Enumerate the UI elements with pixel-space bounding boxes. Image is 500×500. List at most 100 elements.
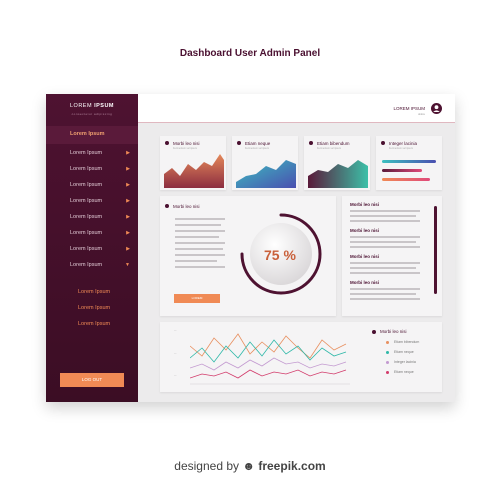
series-line: [190, 369, 347, 379]
text-line: [175, 224, 221, 226]
legend-label: Etiam bibendum: [394, 340, 420, 344]
text-line: [175, 230, 225, 232]
avatar-icon[interactable]: [431, 103, 442, 114]
sidebar-item[interactable]: Lorem Ipsum ▶: [70, 166, 130, 176]
chevron-down-icon: ▼: [125, 262, 130, 268]
text-line: [350, 267, 416, 269]
legend-dot: [386, 371, 389, 374]
sidebar-item-label: Lorem Ipsum: [70, 262, 103, 268]
logout-button[interactable]: LOG OUT: [60, 373, 124, 387]
sidebar-item-active[interactable]: Lorem Ipsum: [70, 131, 130, 141]
text-line: [175, 266, 225, 268]
legend-dot: [386, 341, 389, 344]
brand-word1: LOREM: [69, 103, 93, 109]
info-list-card: Morbi leo nisi Morbi leo nisi Morbi leo …: [342, 196, 442, 316]
card-dot: [372, 330, 376, 334]
y-axis-label: —: [174, 352, 177, 355]
sidebar-item-label: Lorem Ipsum: [70, 166, 103, 172]
list-title: Morbi leo nisi: [350, 254, 380, 259]
chevron-right-icon: ▶: [126, 150, 130, 156]
text-line: [175, 248, 223, 250]
text-line: [175, 242, 225, 244]
card-subtitle: Fermentum vel ipsum: [245, 147, 270, 150]
sidebar-item[interactable]: Lorem Ipsum ▶: [70, 230, 130, 240]
sidebar-item[interactable]: Lorem Ipsum ▶: [70, 182, 130, 192]
stat-card-1[interactable]: Morbi leo nisi Fermentum vel ipsum: [160, 136, 226, 190]
scrollbar[interactable]: [434, 206, 437, 294]
sidebar-subitem[interactable]: Lorem Ipsum: [78, 321, 110, 327]
text-line: [350, 272, 420, 274]
user-subtitle: dolore: [418, 113, 425, 116]
sidebar-item[interactable]: Lorem Ipsum ▶: [70, 246, 130, 256]
card-dot: [381, 141, 385, 145]
progress-bar: [382, 169, 422, 172]
topbar: LOREM IPSUM dolore: [138, 94, 455, 122]
stat-card-4[interactable]: Integer lacinia Fermentum vel ipsum: [376, 136, 442, 190]
sidebar-subitem[interactable]: Lorem Ipsum: [78, 289, 110, 295]
series-line: [190, 339, 347, 363]
sidebar-item-label: Lorem Ipsum: [70, 182, 103, 188]
footer-text: designed by: [174, 459, 240, 473]
list-title: Morbi leo nisi: [350, 228, 380, 233]
card-subtitle: Fermentum vel ipsum: [317, 147, 342, 150]
stat-card-2[interactable]: Etiam neque Fermentum vel ipsum: [232, 136, 298, 190]
text-line: [350, 288, 420, 290]
text-line: [350, 298, 420, 300]
y-axis-label: —: [174, 329, 177, 332]
card-dot: [309, 141, 313, 145]
list-title: Morbi leo nisi: [350, 202, 380, 207]
area-chart-3: [308, 160, 368, 188]
y-axis-label: —: [174, 374, 177, 377]
progress-value: 75 %: [264, 247, 296, 263]
progress-bar: [382, 178, 430, 181]
sidebar-item-label: Lorem Ipsum: [70, 150, 103, 156]
sidebar-subitem[interactable]: Lorem Ipsum: [78, 305, 110, 311]
card-dot: [237, 141, 241, 145]
topbar-divider: [138, 122, 455, 123]
sidebar: LOREM IPSUM consectetur adipiscing Lorem…: [46, 94, 138, 402]
card-subtitle: Fermentum vel ipsum: [173, 147, 198, 150]
sidebar-item-label: Lorem Ipsum: [70, 214, 103, 220]
more-button[interactable]: LOREM: [174, 294, 220, 303]
text-line: [175, 254, 225, 256]
sidebar-item[interactable]: Lorem Ipsum ▶: [70, 150, 130, 160]
text-line: [350, 215, 416, 217]
freepik-logo-icon: ☻: [242, 459, 255, 473]
text-line: [175, 260, 217, 262]
text-line: [175, 218, 225, 220]
sidebar-item-expanded[interactable]: Lorem Ipsum ▼: [70, 262, 130, 272]
chevron-right-icon: ▶: [126, 182, 130, 188]
text-line: [350, 246, 420, 248]
brand-subtitle: consectetur adipiscing: [71, 112, 113, 116]
footer-credit: designed by ☻ freepik.com: [0, 459, 500, 473]
line-chart: [190, 333, 350, 385]
series-line: [190, 333, 347, 359]
legend-label: Integer lacinia: [394, 360, 416, 364]
sidebar-item[interactable]: Lorem Ipsum ▶: [70, 214, 130, 224]
sidebar-item-label: Lorem Ipsum: [70, 246, 103, 252]
legend-dot: [386, 361, 389, 364]
list-title: Morbi leo nisi: [350, 280, 380, 285]
sidebar-item-label: Lorem Ipsum: [70, 198, 103, 204]
legend-label: Etiam neque: [394, 370, 414, 374]
area-chart-2: [236, 160, 296, 188]
chevron-right-icon: ▶: [126, 230, 130, 236]
card-title: Morbi leo nisi: [173, 141, 200, 146]
legend-label: Etiam neque: [394, 350, 414, 354]
text-line: [350, 220, 420, 222]
text-line: [350, 241, 416, 243]
stat-card-3[interactable]: Etiam bibendum Fermentum vel ipsum: [304, 136, 370, 190]
card-title: Morbi leo nisi: [173, 204, 200, 209]
sidebar-item-label: Lorem Ipsum: [70, 230, 103, 236]
card-title: Integer lacinia: [389, 141, 418, 146]
sidebar-item[interactable]: Lorem Ipsum ▶: [70, 198, 130, 208]
card-subtitle: Fermentum vel ipsum: [389, 147, 414, 150]
page: Dashboard User Admin Panel LOREM IPSUM c…: [0, 0, 500, 500]
page-title: Dashboard User Admin Panel: [179, 48, 321, 59]
card-title: Etiam bibendum: [317, 141, 350, 146]
text-line: [350, 236, 420, 238]
chevron-right-icon: ▶: [126, 198, 130, 204]
card-dot: [165, 204, 169, 208]
card-dot: [165, 141, 169, 145]
text-line: [350, 210, 420, 212]
